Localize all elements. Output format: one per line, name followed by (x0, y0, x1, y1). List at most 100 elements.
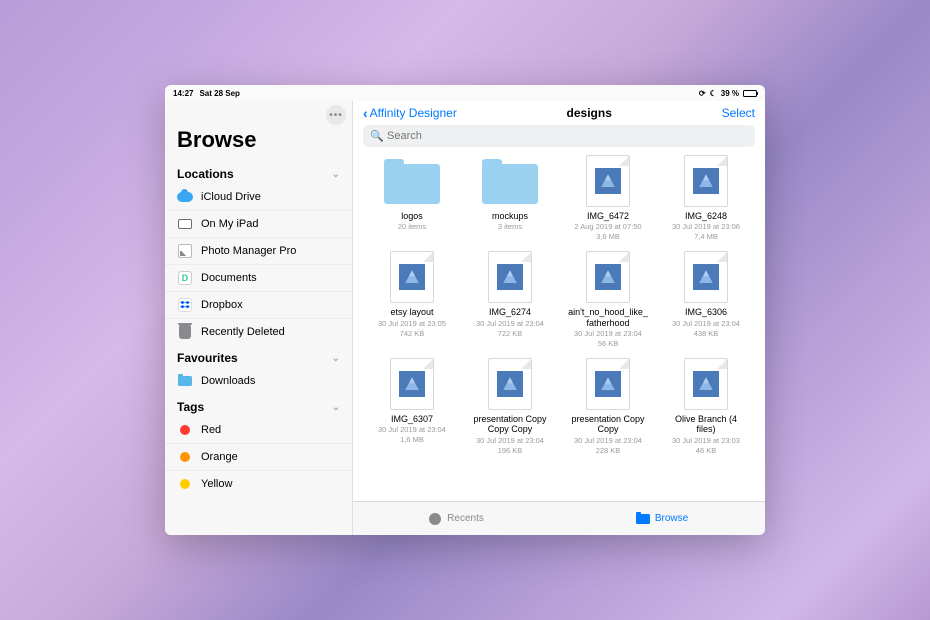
location-label: Dropbox (201, 299, 243, 311)
file-item[interactable]: etsy layout 30 Jul 2019 at 23:05 742 KB (367, 251, 457, 348)
chevron-down-icon: ⌄ (332, 169, 340, 180)
tag-item[interactable]: Yellow (165, 471, 352, 497)
folder-title: designs (567, 106, 612, 120)
file-item[interactable]: IMG_6306 30 Jul 2019 at 23:04 438 KB (661, 251, 751, 348)
file-thumb-icon (479, 251, 541, 303)
tag-item[interactable]: Red (165, 417, 352, 444)
status-time: 14:27 (173, 89, 193, 98)
folder-icon (177, 373, 193, 389)
location-recently-deleted[interactable]: Recently Deleted (165, 319, 352, 345)
item-meta-date: 30 Jul 2019 at 23:05 (378, 319, 446, 328)
sidebar-title: Browse (165, 125, 352, 161)
ipad-icon (177, 216, 193, 232)
file-grid: logos 20 items mockups 3 items IMG_6472 … (367, 155, 751, 455)
item-name: etsy layout (390, 307, 433, 317)
item-meta-date: 30 Jul 2019 at 23:04 (378, 425, 446, 434)
location-label: On My iPad (201, 218, 258, 230)
file-thumb-icon (675, 358, 737, 410)
item-name: presentation Copy Copy Copy (470, 414, 550, 435)
file-item[interactable]: presentation Copy Copy Copy 30 Jul 2019 … (465, 358, 555, 455)
tag-item[interactable]: Orange (165, 444, 352, 471)
favourites-header[interactable]: Favourites ⌄ (165, 345, 352, 368)
file-grid-scroll[interactable]: logos 20 items mockups 3 items IMG_6472 … (353, 153, 765, 501)
item-meta-size: 7,4 MB (694, 232, 718, 241)
item-name: IMG_6274 (489, 307, 531, 317)
favourites-header-label: Favourites (177, 351, 238, 365)
location-label: Documents (201, 272, 257, 284)
locations-header-label: Locations (177, 167, 234, 181)
file-thumb-icon (577, 358, 639, 410)
location-icloud-drive[interactable]: iCloud Drive (165, 184, 352, 211)
search-input[interactable] (363, 125, 755, 147)
location-label: Recently Deleted (201, 326, 285, 338)
icloud-icon (177, 189, 193, 205)
files-app: ••• Browse Locations ⌄ iCloud Drive On M… (165, 101, 765, 535)
select-button[interactable]: Select (722, 106, 755, 120)
file-item[interactable]: IMG_6307 30 Jul 2019 at 23:04 1,6 MB (367, 358, 457, 455)
location-on-my-ipad[interactable]: On My iPad (165, 211, 352, 238)
tags-header-label: Tags (177, 400, 204, 414)
favourite-downloads[interactable]: Downloads (165, 368, 352, 394)
item-meta-size: 722 KB (498, 329, 523, 338)
battery-icon (743, 90, 757, 97)
folder-item[interactable]: logos 20 items (367, 155, 457, 241)
item-meta-size: 56 KB (598, 339, 618, 348)
item-meta-date: 30 Jul 2019 at 23:04 (574, 436, 642, 445)
favourites-list: Downloads (165, 368, 352, 394)
file-item[interactable]: ain't_no_hood_like_fatherhood 30 Jul 201… (563, 251, 653, 348)
file-item[interactable]: Olive Branch (4 files) 30 Jul 2019 at 23… (661, 358, 751, 455)
topbar: ‹ Affinity Designer designs Select (353, 101, 765, 125)
item-meta-date: 30 Jul 2019 at 23:04 (476, 436, 544, 445)
file-thumb-icon (479, 358, 541, 410)
chevron-down-icon: ⌄ (332, 353, 340, 364)
tab-recents[interactable]: Recents (353, 502, 559, 535)
item-meta-size: 1,6 MB (400, 435, 424, 444)
file-thumb-icon (577, 251, 639, 303)
item-meta-date: 30 Jul 2019 at 23:06 (672, 222, 740, 231)
tag-label: Yellow (201, 478, 232, 490)
status-bar: 14:27 Sat 28 Sep ⟳ ☾ 39 % (165, 85, 765, 101)
trash-icon (177, 324, 193, 340)
folder-icon (636, 512, 650, 526)
chevron-left-icon: ‹ (363, 105, 368, 121)
file-item[interactable]: IMG_6274 30 Jul 2019 at 23:04 722 KB (465, 251, 555, 348)
location-dropbox[interactable]: Dropbox (165, 292, 352, 319)
tags-header[interactable]: Tags ⌄ (165, 394, 352, 417)
favourite-label: Downloads (201, 375, 255, 387)
folder-item[interactable]: mockups 3 items (465, 155, 555, 241)
item-meta-date: 30 Jul 2019 at 23:04 (672, 319, 740, 328)
more-button[interactable]: ••• (326, 105, 346, 125)
item-meta-size: 46 KB (696, 446, 716, 455)
locations-header[interactable]: Locations ⌄ (165, 161, 352, 184)
location-documents[interactable]: DDocuments (165, 265, 352, 292)
folder-thumb-icon (479, 155, 541, 207)
item-name: IMG_6248 (685, 211, 727, 221)
chevron-down-icon: ⌄ (332, 402, 340, 413)
search-icon: 🔍 (370, 130, 384, 143)
item-meta-size: 3,6 MB (596, 232, 620, 241)
ipad-window: 14:27 Sat 28 Sep ⟳ ☾ 39 % ••• Browse Loc… (165, 85, 765, 535)
item-meta-size: 742 KB (400, 329, 425, 338)
item-name: mockups (492, 211, 528, 221)
back-label: Affinity Designer (370, 106, 457, 120)
file-thumb-icon (577, 155, 639, 207)
item-name: ain't_no_hood_like_fatherhood (568, 307, 648, 328)
file-item[interactable]: IMG_6472 2 Aug 2019 at 07:50 3,6 MB (563, 155, 653, 241)
file-item[interactable]: presentation Copy Copy 30 Jul 2019 at 23… (563, 358, 653, 455)
file-thumb-icon (675, 155, 737, 207)
folder-thumb-icon (381, 155, 443, 207)
file-thumb-icon (675, 251, 737, 303)
file-thumb-icon (381, 251, 443, 303)
tag-dot-icon (177, 449, 193, 465)
main-panel: ‹ Affinity Designer designs Select 🔍 log… (353, 101, 765, 535)
location-photo-manager-pro[interactable]: Photo Manager Pro (165, 238, 352, 265)
bottom-tabs: Recents Browse (353, 501, 765, 535)
tab-recents-label: Recents (447, 513, 484, 524)
item-meta-date: 30 Jul 2019 at 23:04 (574, 329, 642, 338)
back-button[interactable]: ‹ Affinity Designer (363, 105, 457, 121)
item-meta-date: 30 Jul 2019 at 23:04 (476, 319, 544, 328)
status-dnd-icon: ☾ (710, 89, 717, 98)
tab-browse[interactable]: Browse (559, 502, 765, 535)
file-item[interactable]: IMG_6248 30 Jul 2019 at 23:06 7,4 MB (661, 155, 751, 241)
tags-list: RedOrange Yellow (165, 417, 352, 497)
